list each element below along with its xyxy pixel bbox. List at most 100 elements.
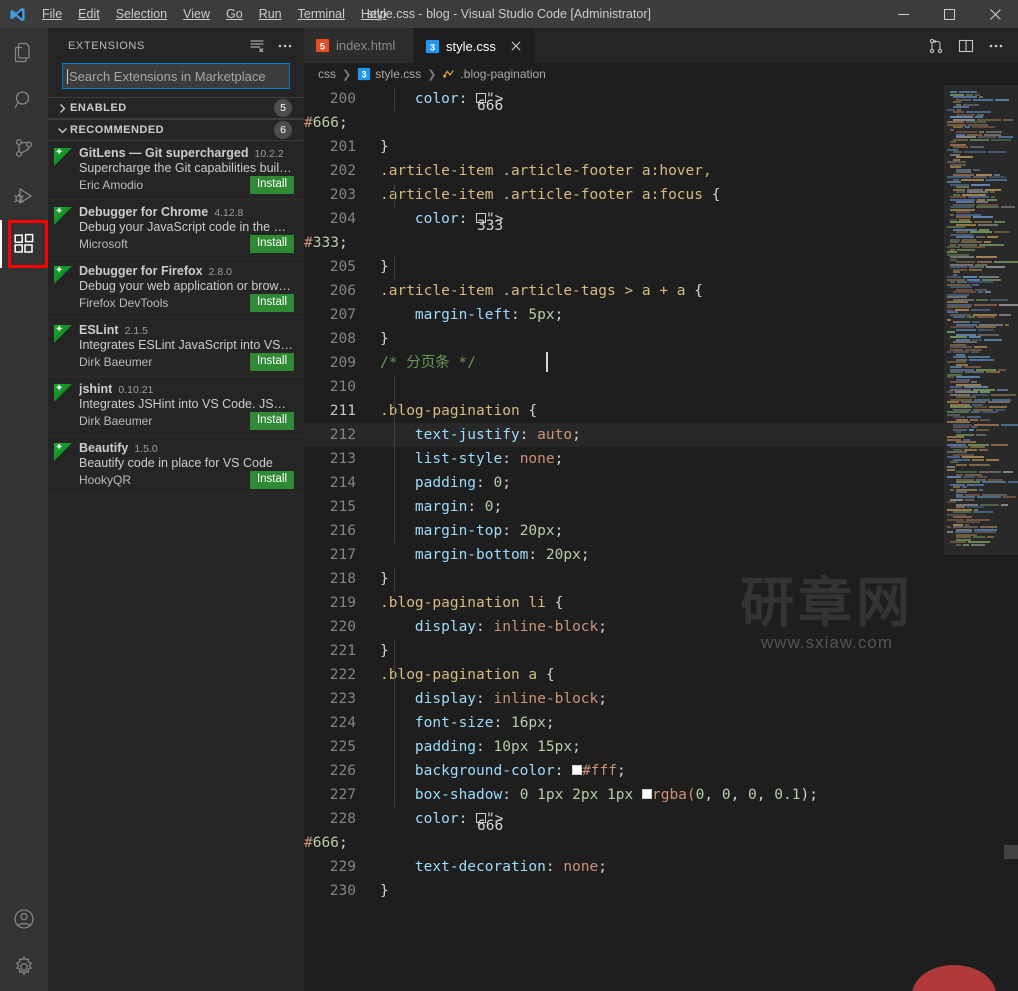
code-line[interactable]: 205} bbox=[304, 255, 944, 279]
extension-item[interactable]: ✦ ESLint 2.1.5 Integrates ESLint JavaScr… bbox=[48, 318, 304, 377]
code-scroll-area[interactable]: 200 color: 666"> #666; 201} 202 .article-ite… bbox=[304, 85, 944, 991]
install-button[interactable]: Install bbox=[249, 235, 294, 253]
breadcrumb-file-label: style.css bbox=[375, 67, 422, 81]
code-line[interactable]: 218} bbox=[304, 567, 944, 591]
extensions-list[interactable]: ENABLED 5 RECOMMENDED 6 ✦ GitLens — Git bbox=[48, 97, 304, 991]
tab-index-html-label: index.html bbox=[336, 38, 396, 53]
code-line[interactable]: 213 list-style: none; bbox=[304, 447, 944, 471]
code-line[interactable]: 217 margin-bottom: 20px; bbox=[304, 543, 944, 567]
menu-selection[interactable]: Selection bbox=[108, 0, 175, 28]
code-line[interactable]: 214 padding: 0; bbox=[304, 471, 944, 495]
extension-item[interactable]: ✦ Debugger for Chrome 4.12.8 Debug your … bbox=[48, 200, 304, 259]
code-line[interactable]: 226 background-color: #fff; bbox=[304, 759, 944, 783]
group-recommended[interactable]: RECOMMENDED 6 bbox=[48, 119, 304, 141]
views-and-more-actions-icon[interactable] bbox=[274, 35, 296, 57]
split-editor-icon[interactable] bbox=[952, 32, 980, 60]
compare-changes-icon[interactable] bbox=[922, 32, 950, 60]
activity-item-explorer[interactable] bbox=[0, 28, 48, 76]
install-button[interactable]: Install bbox=[249, 294, 294, 312]
activity-item-run-and-debug[interactable] bbox=[0, 172, 48, 220]
code-line[interactable]: 210 bbox=[304, 375, 944, 399]
code-line[interactable]: 201} bbox=[304, 135, 944, 159]
extension-description: Integrates JSHint into VS Code. JSHint..… bbox=[79, 397, 294, 411]
code-content[interactable]: 200 color: 666"> #666; 201} 202 .article-ite… bbox=[304, 85, 944, 903]
code-line[interactable]: 203 .article-item .article-footer a:focus… bbox=[304, 183, 944, 207]
minimap-line bbox=[956, 543, 961, 546]
menu-help-label: Help bbox=[360, 7, 387, 21]
activity-item-extensions[interactable] bbox=[0, 220, 48, 268]
activity-item-settings[interactable] bbox=[0, 943, 48, 991]
minimap-line bbox=[950, 488, 954, 491]
extension-item[interactable]: ✦ Debugger for Firefox 2.8.0 Debug your … bbox=[48, 259, 304, 318]
group-enabled[interactable]: ENABLED 5 bbox=[48, 97, 304, 119]
code-line[interactable]: 220 display: inline-block; bbox=[304, 615, 944, 639]
activity-item-accounts[interactable] bbox=[0, 895, 48, 943]
code-line[interactable]: 222 .blog-pagination a { bbox=[304, 663, 944, 687]
breadcrumb-item-file[interactable]: 3 style.css bbox=[357, 67, 421, 81]
editor-vertical-scrollbar[interactable] bbox=[1004, 85, 1018, 991]
maximize-button[interactable] bbox=[926, 0, 972, 28]
activity-item-search[interactable] bbox=[0, 76, 48, 124]
minimap-line bbox=[969, 268, 982, 271]
tab-style-css[interactable]: 3 style.css bbox=[414, 28, 535, 63]
code-line[interactable]: 221} bbox=[304, 639, 944, 663]
line-number: 230 bbox=[329, 883, 356, 899]
minimap-line bbox=[947, 468, 955, 471]
minimap-line bbox=[982, 411, 998, 413]
menu-file[interactable]: File bbox=[34, 0, 70, 28]
line-number: 218 bbox=[329, 571, 356, 587]
workbench-body: EXTENSIONS Search Extensions in Marketpl… bbox=[0, 28, 1018, 991]
install-button[interactable]: Install bbox=[249, 471, 294, 489]
extension-item[interactable]: ✦ jshint 0.10.21 Integrates JSHint into … bbox=[48, 377, 304, 436]
code-line[interactable]: 200 color: 666"> bbox=[304, 87, 944, 114]
menu-terminal[interactable]: Terminal bbox=[290, 0, 353, 28]
menu-help[interactable]: Help bbox=[353, 0, 395, 28]
indent-guide bbox=[394, 567, 395, 591]
minimap-line bbox=[950, 128, 954, 131]
menu-go[interactable]: Go bbox=[218, 0, 251, 28]
code-line[interactable]: 227 box-shadow: 0 1px 2px 1px rgba(0, 0,… bbox=[304, 783, 944, 807]
code-line[interactable]: 229 text-decoration: none; bbox=[304, 855, 944, 879]
code-line[interactable]: 202 .article-item .article-footer a:hover… bbox=[304, 159, 944, 183]
extension-body: Debugger for Chrome 4.12.8 Debug your Ja… bbox=[79, 205, 294, 253]
code-line[interactable]: 208} bbox=[304, 327, 944, 351]
code-line[interactable]: 225 padding: 10px 15px; bbox=[304, 735, 944, 759]
scrollbar-thumb[interactable] bbox=[1004, 845, 1018, 859]
code-line[interactable]: 216 margin-top: 20px; bbox=[304, 519, 944, 543]
more-editor-actions-icon[interactable] bbox=[982, 32, 1010, 60]
close-button[interactable] bbox=[972, 0, 1018, 28]
breadcrumb-item-folder[interactable]: css bbox=[318, 67, 336, 81]
install-button[interactable]: Install bbox=[249, 412, 294, 430]
code-line[interactable]: 223 display: inline-block; bbox=[304, 687, 944, 711]
tab-index-html[interactable]: 5 index.html bbox=[304, 28, 414, 63]
menu-run[interactable]: Run bbox=[251, 0, 290, 28]
extension-item[interactable]: ✦ GitLens — Git supercharged 10.2.2 Supe… bbox=[48, 141, 304, 200]
code-editor[interactable]: 200 color: 666"> #666; 201} 202 .article-ite… bbox=[304, 85, 1018, 991]
activity-item-source-control[interactable] bbox=[0, 124, 48, 172]
extension-publisher: Dirk Baeumer bbox=[79, 414, 153, 428]
code-line[interactable]: 207 margin-left: 5px; bbox=[304, 303, 944, 327]
minimize-button[interactable] bbox=[880, 0, 926, 28]
code-line[interactable]: 228 color: 666"> bbox=[304, 807, 944, 834]
code-line[interactable]: 209/* 分页条 */ bbox=[304, 351, 944, 375]
minimap-line bbox=[990, 191, 995, 193]
code-line[interactable]: 219 .blog-pagination li { bbox=[304, 591, 944, 615]
menu-view[interactable]: View bbox=[175, 0, 218, 28]
install-button[interactable]: Install bbox=[249, 353, 294, 371]
code-line[interactable]: 204 color: 333"> bbox=[304, 207, 944, 234]
line-number: 202 bbox=[329, 163, 356, 179]
menu-edit[interactable]: Edit bbox=[70, 0, 108, 28]
install-button[interactable]: Install bbox=[249, 176, 294, 194]
code-line[interactable]: 211 .blog-pagination { bbox=[304, 399, 944, 423]
extension-item[interactable]: ✦ Beautify 1.5.0 Beautify code in place … bbox=[48, 436, 304, 495]
clear-filter-icon[interactable] bbox=[246, 35, 268, 57]
close-icon[interactable] bbox=[508, 38, 524, 54]
search-extensions-input[interactable]: Search Extensions in Marketplace bbox=[62, 63, 290, 89]
code-line[interactable]: 212 text-justify: auto; bbox=[304, 423, 944, 447]
minimap-line bbox=[971, 183, 990, 186]
breadcrumb-item-symbol[interactable]: .blog-pagination bbox=[442, 67, 546, 81]
code-line[interactable]: 215 margin: 0; bbox=[304, 495, 944, 519]
code-line[interactable]: 230} bbox=[304, 879, 944, 903]
code-line[interactable]: 206 .article-item .article-tags > a + a { bbox=[304, 279, 944, 303]
code-line[interactable]: 224 font-size: 16px; bbox=[304, 711, 944, 735]
